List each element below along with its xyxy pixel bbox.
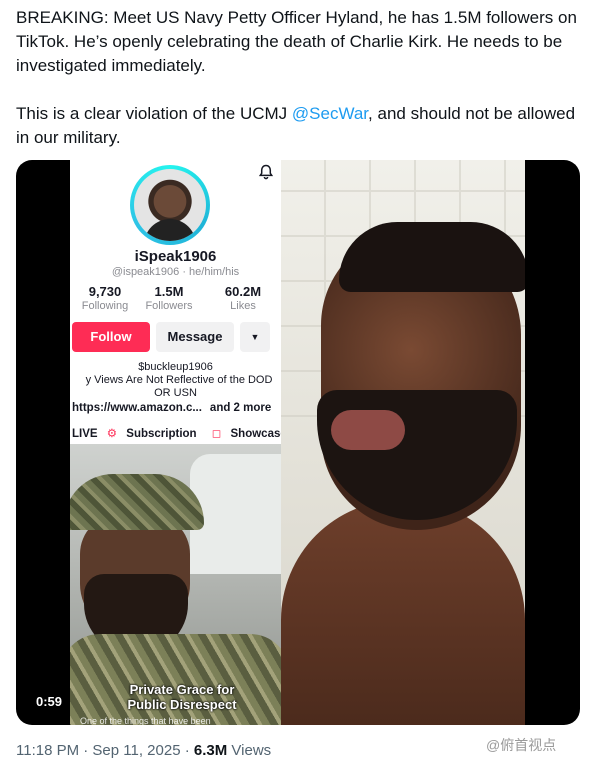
bio-line: OR USN bbox=[154, 387, 197, 399]
stat-value: 1.5M bbox=[154, 284, 184, 299]
bio-line: y Views Are Not Reflective of the DOD bbox=[85, 374, 273, 386]
bio-line: $buckleup1906 bbox=[138, 361, 213, 373]
stat-following: 9,730 Following bbox=[70, 284, 140, 312]
bio-link-row: https://www.amazon.c... and 2 more bbox=[72, 402, 281, 414]
stat-likes: 60.2M Likes bbox=[208, 284, 278, 312]
video-caption: Private Grace for Public Disrespect bbox=[127, 682, 237, 712]
watermark: @俯首视点 bbox=[486, 737, 557, 753]
bio-link-more: and 2 more bbox=[209, 402, 272, 414]
tab-subscription: Subscription bbox=[126, 428, 197, 440]
profile-tabs-row: LIVE ⚙ Subscription ◻ Showcase bbox=[72, 426, 281, 440]
stat-label: Following bbox=[81, 300, 129, 312]
bio-link: https://www.amazon.c... bbox=[72, 402, 202, 414]
subscription-icon: ⚙ bbox=[106, 428, 118, 440]
views-label: Views bbox=[227, 742, 272, 759]
message-button: Message bbox=[156, 322, 234, 352]
follow-button: Follow bbox=[72, 322, 150, 352]
tiktok-video-thumbnail: Private Grace for Public Disrespect One … bbox=[70, 444, 281, 725]
tab-showcase: Showcase bbox=[230, 428, 281, 440]
avatar-image bbox=[134, 169, 206, 241]
video-subcaption: One of the things that have been bbox=[80, 716, 211, 725]
video-duration: 0:59 bbox=[30, 692, 69, 711]
views-count: 6.3M bbox=[193, 742, 228, 759]
tweet-text-part: This is a clear violation of the UCMJ bbox=[16, 104, 292, 123]
mention-link[interactable]: @SecWar bbox=[292, 104, 368, 123]
tweet-meta: 11:18 PM · Sep 11, 2025 · 6.3M Views bbox=[16, 742, 271, 759]
avatar bbox=[130, 165, 210, 245]
tab-live: LIVE bbox=[72, 428, 98, 440]
stat-value: 60.2M bbox=[224, 284, 262, 299]
stat-label: Likes bbox=[230, 300, 256, 312]
tweet-timestamp[interactable]: 11:18 PM · Sep 11, 2025 · bbox=[16, 742, 194, 759]
bag-icon: ◻ bbox=[211, 428, 222, 440]
tweet-paragraph-2: This is a clear violation of the UCMJ @S… bbox=[16, 102, 586, 150]
stat-followers: 1.5M Followers bbox=[134, 284, 204, 312]
stat-value: 9,730 bbox=[88, 284, 122, 299]
stat-label: Followers bbox=[145, 300, 193, 312]
tweet-media-video[interactable]: iSpeak1906 @ispeak1906 · he/him/his 9,73… bbox=[16, 160, 580, 725]
tiktok-handle: @ispeak1906 · he/him/his bbox=[111, 266, 240, 278]
tiktok-username: iSpeak1906 bbox=[134, 248, 217, 265]
tiktok-profile-screenshot: iSpeak1906 @ispeak1906 · he/him/his 9,73… bbox=[70, 160, 281, 725]
tweet-paragraph-1: BREAKING: Meet US Navy Petty Officer Hyl… bbox=[16, 8, 577, 75]
bell-icon bbox=[258, 164, 274, 180]
chevron-down-icon: ▼ bbox=[240, 322, 270, 352]
video-frame-right bbox=[281, 160, 525, 725]
tweet-text: BREAKING: Meet US Navy Petty Officer Hyl… bbox=[16, 6, 586, 174]
